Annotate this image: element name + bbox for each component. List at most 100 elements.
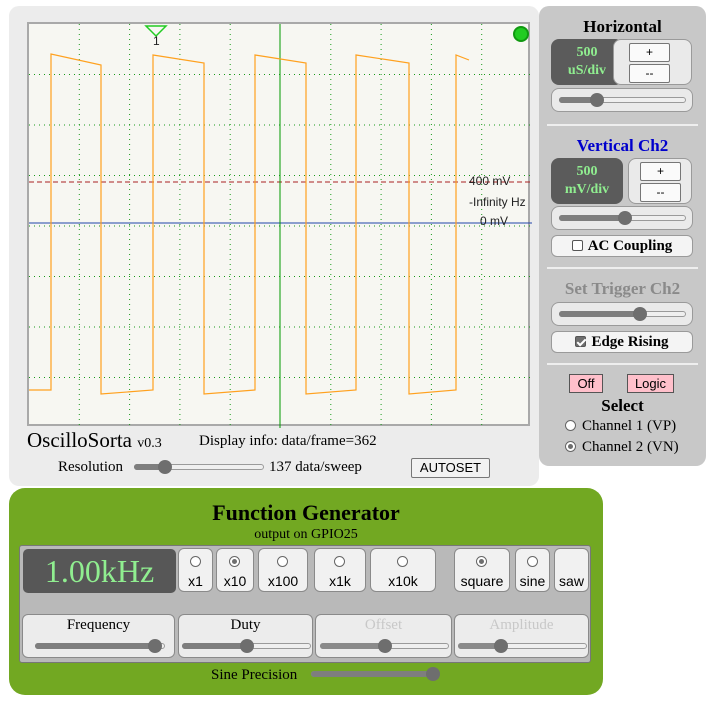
vertical-scale-display: 500 mV/div xyxy=(551,158,623,204)
offset-control-label: Offset xyxy=(364,617,403,633)
status-led-icon xyxy=(513,26,529,42)
resolution-label: Resolution xyxy=(58,459,124,475)
ac-coupling-label: AC Coupling xyxy=(587,238,673,254)
slider-thumb[interactable] xyxy=(618,211,633,225)
offset-slider[interactable] xyxy=(320,636,449,656)
slider-thumb[interactable] xyxy=(377,639,392,653)
horizontal-slider-box xyxy=(551,88,693,112)
waveform-square-radio[interactable] xyxy=(476,556,487,567)
slider-thumb[interactable] xyxy=(147,639,162,653)
vertical-title: Vertical Ch2 xyxy=(576,136,669,155)
waveform-sine-button[interactable]: sine xyxy=(515,548,550,592)
amplitude-control: Amplitude xyxy=(454,614,589,658)
edge-rising-label: Edge Rising xyxy=(591,334,669,350)
horizontal-step-box: + -- xyxy=(613,39,692,85)
function-generator-title: Function Generator xyxy=(212,500,400,525)
vertical-scale-unit: mV/div xyxy=(564,182,610,197)
function-generator-subtitle: output on GPIO25 xyxy=(254,527,358,542)
horizontal-minus-button[interactable]: -- xyxy=(629,64,670,83)
channel-1-label: Channel 1 (VP) xyxy=(582,418,677,434)
logic-button[interactable]: Logic xyxy=(627,374,674,393)
waveform-sine-radio[interactable] xyxy=(526,556,538,567)
multiplier-x1k-radio[interactable] xyxy=(334,556,345,567)
channel-2-option[interactable]: Channel 2 (VN) xyxy=(565,439,679,456)
function-generator-controls: 1.00kHz x1 x10 x100 x1k x10k square sine xyxy=(19,545,591,663)
multiplier-x10-label: x10 xyxy=(223,573,247,589)
divider xyxy=(547,267,698,269)
multiplier-x1k-button[interactable]: x1k xyxy=(314,548,366,592)
scope-panel: 1 400 mV -Infinity Hz 0 mV OscilloSorta … xyxy=(9,6,539,486)
multiplier-x1-radio[interactable] xyxy=(189,556,201,567)
autoset-button[interactable]: AUTOSET xyxy=(411,458,490,478)
slider-thumb[interactable] xyxy=(633,307,648,321)
multiplier-x1-button[interactable]: x1 xyxy=(178,548,213,592)
waveform-saw-button[interactable]: saw xyxy=(554,548,589,592)
horizontal-plus-button[interactable]: + xyxy=(629,43,670,62)
divider xyxy=(547,124,698,126)
select-label: Select xyxy=(601,396,644,415)
horizontal-slider[interactable] xyxy=(559,90,686,110)
ac-coupling-checkbox[interactable] xyxy=(571,240,583,251)
multiplier-x10k-radio[interactable] xyxy=(397,556,408,567)
resolution-slider[interactable] xyxy=(134,457,264,477)
edge-rising-toggle[interactable]: Edge Rising xyxy=(551,331,693,353)
multiplier-x1-label: x1 xyxy=(188,573,203,589)
slider-thumb[interactable] xyxy=(425,667,440,681)
vertical-step-box: + -- xyxy=(628,158,692,204)
multiplier-x10-radio[interactable] xyxy=(229,556,240,567)
waveform-square-button[interactable]: square xyxy=(454,548,510,592)
duty-slider[interactable] xyxy=(182,636,311,656)
frequency-readout: -Infinity Hz xyxy=(469,195,526,209)
slider-thumb[interactable] xyxy=(158,460,173,474)
duty-control-label: Duty xyxy=(230,617,261,633)
trigger-title: Set Trigger Ch2 xyxy=(564,279,681,298)
frequency-slider[interactable] xyxy=(35,636,165,656)
off-button[interactable]: Off xyxy=(569,374,603,393)
waveform-trace xyxy=(29,53,470,395)
vertical-slider[interactable] xyxy=(559,208,686,228)
control-panel: Horizontal 500 uS/div + -- Vertical Ch2 … xyxy=(539,6,706,466)
multiplier-x1k-label: x1k xyxy=(329,573,351,589)
vertical-minus-button[interactable]: -- xyxy=(640,183,681,202)
channel-1-option[interactable]: Channel 1 (VP) xyxy=(565,418,676,435)
slider-thumb[interactable] xyxy=(493,639,508,653)
app-version: v0.3 xyxy=(137,436,162,451)
app-title: OscilloSorta v0.3 xyxy=(27,428,162,453)
multiplier-x100-radio[interactable] xyxy=(277,556,288,567)
zero-voltage-label: 0 mV xyxy=(480,214,509,228)
trigger-voltage-label: 400 mV xyxy=(469,174,511,188)
amplitude-control-label: Amplitude xyxy=(489,617,554,633)
multiplier-x10-button[interactable]: x10 xyxy=(216,548,254,592)
trigger-marker-label: 1 xyxy=(153,34,160,48)
channel-2-label: Channel 2 (VN) xyxy=(582,439,679,455)
slider-thumb[interactable] xyxy=(590,93,605,107)
trigger-slider[interactable] xyxy=(559,304,686,324)
ac-coupling-toggle[interactable]: AC Coupling xyxy=(551,235,693,257)
duty-control: Duty xyxy=(178,614,313,658)
frequency-control: Frequency xyxy=(22,614,175,658)
waveform-saw-label: saw xyxy=(559,573,584,589)
resolution-value: 137 data/sweep xyxy=(269,459,362,475)
app-name: OscilloSorta xyxy=(27,428,132,452)
sine-precision-label: Sine Precision xyxy=(211,667,298,683)
offset-control: Offset xyxy=(315,614,452,658)
vertical-scale-value: 500 xyxy=(576,164,598,179)
scope-screen: 1 400 mV -Infinity Hz 0 mV xyxy=(27,22,532,428)
amplitude-slider[interactable] xyxy=(458,636,587,656)
multiplier-x100-button[interactable]: x100 xyxy=(258,548,308,592)
waveform-sine-label: sine xyxy=(519,573,546,589)
edge-rising-checkbox[interactable] xyxy=(575,336,587,347)
waveform-square-label: square xyxy=(460,573,504,589)
divider xyxy=(547,363,698,365)
scope-plot: 1 xyxy=(29,24,532,428)
sine-precision-slider[interactable] xyxy=(311,664,440,684)
horizontal-title: Horizontal xyxy=(583,17,662,36)
vertical-slider-box xyxy=(551,206,693,230)
channel-2-radio[interactable] xyxy=(565,441,576,452)
multiplier-x10k-button[interactable]: x10k xyxy=(370,548,436,592)
slider-thumb[interactable] xyxy=(239,639,254,653)
multiplier-x100-label: x100 xyxy=(267,573,299,589)
vertical-plus-button[interactable]: + xyxy=(640,162,681,181)
channel-1-radio[interactable] xyxy=(565,420,576,431)
multiplier-x10k-label: x10k xyxy=(388,573,418,589)
